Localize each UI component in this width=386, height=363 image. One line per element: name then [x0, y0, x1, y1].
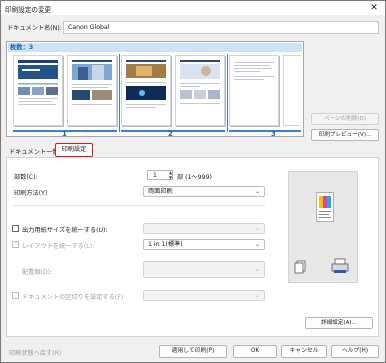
group-divider	[227, 54, 228, 132]
advanced-settings-button[interactable]: 詳細設定(A)...	[305, 317, 373, 329]
page-thumbnail[interactable]	[283, 55, 301, 126]
unify-layout-label: レイアウトを統一する(L):	[22, 243, 95, 250]
print-method-value: 両面印刷	[148, 188, 173, 195]
chevron-down-icon[interactable]: ▼	[167, 175, 174, 180]
page-thumbnail[interactable]	[13, 55, 63, 126]
chevron-down-icon: ⌄	[254, 225, 260, 232]
unify-paper-size-checkbox[interactable]	[12, 225, 19, 232]
chevron-down-icon: ⌄	[254, 241, 260, 248]
tab-document-list[interactable]: ドキュメント一覧	[9, 147, 59, 156]
page-count-label: 枚数：3	[8, 43, 302, 52]
group-2-indicator	[121, 130, 225, 132]
page-content-image	[126, 60, 166, 108]
group-number: 2	[168, 130, 173, 138]
page-thumbnail[interactable]	[67, 55, 117, 126]
print-preview-button[interactable]: 印刷プレビュー(V)...	[311, 129, 379, 141]
restore-print-state-button[interactable]: 印刷状態へ戻す(R)	[9, 348, 61, 357]
print-method-select[interactable]: 両面印刷 ⌄	[143, 186, 265, 197]
document-divider-select[interactable]: ⌄	[143, 290, 265, 301]
section-divider	[13, 205, 265, 206]
document-divider-checkbox[interactable]	[12, 292, 19, 299]
tab-print-settings[interactable]: 印刷設定	[55, 143, 93, 157]
order-select[interactable]: ⌄	[143, 261, 265, 278]
output-sheet-icon	[316, 192, 334, 222]
copies-stepper[interactable]: ▲ ▼	[167, 170, 174, 180]
order-label: 配置順(D):	[22, 269, 53, 276]
layout-select[interactable]: 1 in 1(標準) ⌄	[143, 239, 265, 250]
ok-button[interactable]: OK	[233, 345, 277, 358]
print-settings-dialog: 印刷設定の変更 ✕ ドキュメント名(N): Canon Global 枚数：3	[0, 0, 386, 363]
chevron-down-icon: ⌄	[254, 188, 260, 195]
page-content-image	[180, 60, 220, 104]
page-content-image	[18, 60, 58, 105]
apply-and-print-button[interactable]: 適用して印刷(P)	[159, 345, 227, 358]
close-icon[interactable]: ✕	[363, 1, 385, 15]
page-content-image	[72, 60, 112, 105]
document-divider-label: ドキュメントの区切りを設定する(F):	[22, 294, 126, 301]
chevron-down-icon: ⌄	[254, 266, 260, 273]
page-thumbnail[interactable]	[175, 55, 225, 126]
group-3-indicator	[229, 130, 301, 132]
copies-label: 部数(C):	[14, 174, 38, 181]
group-number: 1	[62, 130, 67, 138]
color-document-icon	[319, 196, 331, 218]
page-thumbnail[interactable]	[121, 55, 171, 126]
layout-value: 1 in 1(標準)	[148, 241, 183, 248]
title-bar: 印刷設定の変更 ✕	[1, 1, 385, 15]
chevron-down-icon: ⌄	[254, 292, 260, 299]
output-preview	[288, 171, 358, 283]
page-preview-panel[interactable]: 枚数：3 1 2 3	[6, 41, 304, 138]
delete-page-button[interactable]: ページの削除(D)	[311, 113, 379, 125]
page-content-image	[234, 62, 274, 80]
group-divider	[119, 54, 120, 132]
cancel-button[interactable]: キャンセル	[281, 345, 327, 358]
group-number: 3	[271, 130, 276, 138]
copies-value: 1	[153, 172, 157, 179]
unify-paper-size-label: 出力用紙サイズを統一する(U):	[22, 227, 108, 234]
document-name-input[interactable]: Canon Global	[63, 21, 379, 34]
unify-layout-checkbox[interactable]	[12, 241, 19, 248]
pages-stack-icon	[294, 260, 306, 274]
print-method-label: 印刷方法(Y)	[14, 190, 48, 197]
paper-size-select[interactable]: ⌄	[143, 223, 265, 234]
copies-range-label: 部 (1〜999)	[177, 174, 212, 181]
document-name-label: ドキュメント名(N):	[7, 25, 62, 32]
printer-icon	[331, 258, 349, 273]
page-thumbnail[interactable]	[229, 55, 279, 126]
help-button[interactable]: ヘルプ(H)	[331, 345, 379, 358]
window-title: 印刷設定の変更	[5, 6, 52, 14]
